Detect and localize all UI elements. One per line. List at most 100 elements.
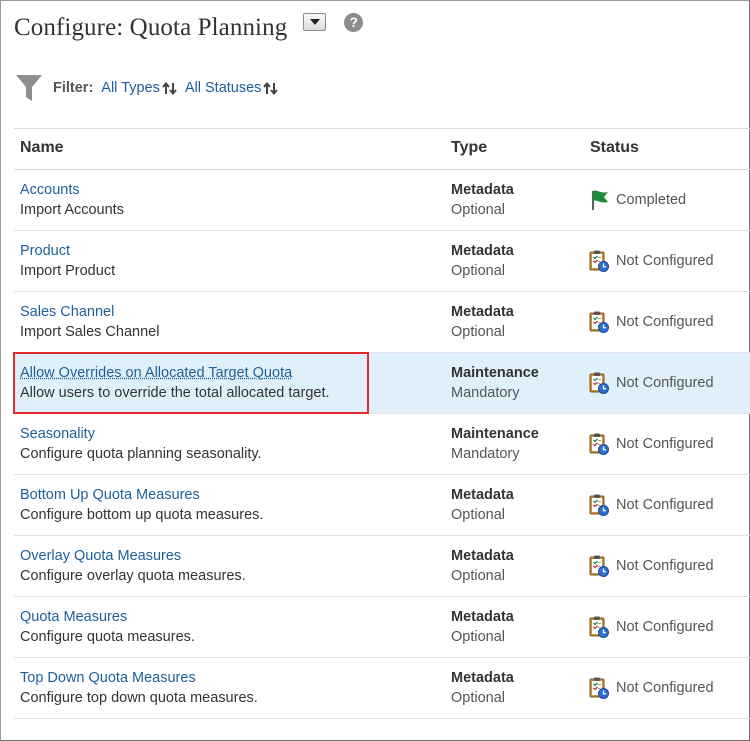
page-frame: Configure: Quota Planning ? Filter: All … — [0, 0, 750, 741]
type-cell: Metadata Optional — [451, 302, 514, 342]
clipboard-clock-icon — [589, 616, 609, 638]
status-text: Not Configured — [616, 497, 714, 513]
status-text: Not Configured — [616, 375, 714, 391]
column-header-status[interactable]: Status — [590, 139, 639, 157]
task-link[interactable]: Accounts — [20, 180, 124, 200]
filter-types-label: All Types — [101, 80, 160, 96]
table-row[interactable]: Product Import Product Metadata Optional… — [14, 231, 750, 292]
task-type: Maintenance — [451, 426, 539, 442]
task-requirement: Mandatory — [451, 385, 520, 401]
status-cell: Not Configured — [588, 249, 714, 273]
tasks-table: Name Type Status Accounts Import Account… — [13, 128, 750, 719]
status-cell: Not Configured — [588, 493, 714, 517]
task-description: Configure bottom up quota measures. — [20, 507, 264, 523]
status-text: Not Configured — [616, 253, 714, 269]
clipboard-clock-icon — [589, 433, 609, 455]
table-row[interactable]: Accounts Import Accounts Metadata Option… — [14, 170, 750, 231]
name-cell: Sales Channel Import Sales Channel — [20, 302, 159, 342]
task-requirement: Optional — [451, 629, 506, 645]
status-cell: Not Configured — [588, 310, 714, 334]
task-type: Metadata — [451, 182, 514, 198]
type-cell: Metadata Optional — [451, 668, 514, 708]
status-text: Not Configured — [616, 558, 714, 574]
swap-arrows-icon — [263, 81, 279, 95]
actions-menu-button[interactable] — [303, 13, 327, 31]
task-requirement: Optional — [451, 202, 506, 218]
funnel-icon — [16, 75, 42, 101]
table-header: Name Type Status — [14, 128, 750, 170]
table-row[interactable]: Allow Overrides on Allocated Target Quot… — [13, 352, 750, 414]
task-type: Metadata — [451, 548, 514, 564]
status-text: Not Configured — [616, 619, 714, 635]
filter-types-link[interactable]: All Types — [101, 80, 177, 96]
name-cell: Product Import Product — [20, 241, 115, 281]
task-type: Metadata — [451, 609, 514, 625]
table-row[interactable]: Sales Channel Import Sales Channel Metad… — [14, 292, 750, 353]
task-link[interactable]: Overlay Quota Measures — [20, 546, 246, 566]
table-row[interactable]: Quota Measures Configure quota measures.… — [14, 597, 750, 658]
page-title: Configure: Quota Planning — [14, 14, 288, 41]
clipboard-clock-icon — [589, 555, 609, 577]
task-description: Configure quota planning seasonality. — [20, 446, 262, 462]
clipboard-clock-icon — [589, 677, 609, 699]
task-link[interactable]: Sales Channel — [20, 302, 159, 322]
task-type: Metadata — [451, 670, 514, 686]
task-description: Configure top down quota measures. — [20, 690, 258, 706]
clipboard-clock-icon — [589, 250, 609, 272]
table-row[interactable]: Overlay Quota Measures Configure overlay… — [14, 536, 750, 597]
task-link[interactable]: Quota Measures — [20, 607, 195, 627]
type-cell: Metadata Optional — [451, 607, 514, 647]
status-cell: Not Configured — [588, 432, 714, 456]
type-cell: Maintenance Mandatory — [451, 363, 539, 403]
task-requirement: Optional — [451, 263, 506, 279]
task-description: Allow users to override the total alloca… — [20, 385, 330, 401]
status-cell: Not Configured — [588, 676, 714, 700]
name-cell: Seasonality Configure quota planning sea… — [20, 424, 262, 464]
task-requirement: Optional — [451, 507, 506, 523]
filter-bar: Filter: All Types All Statuses — [15, 72, 279, 104]
task-description: Import Accounts — [20, 202, 124, 218]
table-row[interactable]: Seasonality Configure quota planning sea… — [14, 414, 750, 475]
task-link[interactable]: Bottom Up Quota Measures — [20, 485, 263, 505]
filter-statuses-link[interactable]: All Statuses — [185, 80, 279, 96]
table-body: Accounts Import Accounts Metadata Option… — [13, 170, 750, 719]
caret-down-icon — [309, 19, 320, 25]
table-row[interactable]: Bottom Up Quota Measures Configure botto… — [14, 475, 750, 536]
task-link[interactable]: Seasonality — [20, 424, 262, 444]
green-flag-icon — [592, 190, 608, 210]
name-cell: Accounts Import Accounts — [20, 180, 124, 220]
status-cell: Not Configured — [588, 615, 714, 639]
status-cell: Not Configured — [588, 554, 714, 578]
task-link[interactable]: Allow Overrides on Allocated Target Quot… — [20, 363, 330, 383]
task-description: Configure quota measures. — [20, 629, 195, 645]
type-cell: Metadata Optional — [451, 180, 514, 220]
name-cell: Bottom Up Quota Measures Configure botto… — [20, 485, 263, 525]
task-requirement: Optional — [451, 690, 506, 706]
task-type: Metadata — [451, 243, 514, 259]
status-text: Not Configured — [616, 436, 714, 452]
name-cell: Allow Overrides on Allocated Target Quot… — [20, 363, 330, 403]
clipboard-clock-icon — [589, 372, 609, 394]
table-row[interactable]: Top Down Quota Measures Configure top do… — [14, 658, 750, 719]
column-header-name[interactable]: Name — [20, 139, 64, 157]
type-cell: Metadata Optional — [451, 241, 514, 281]
column-header-type[interactable]: Type — [451, 139, 487, 157]
status-text: Not Configured — [616, 314, 714, 330]
name-cell: Top Down Quota Measures Configure top do… — [20, 668, 258, 708]
task-description: Import Product — [20, 263, 116, 279]
clipboard-clock-icon — [589, 311, 609, 333]
task-requirement: Mandatory — [451, 446, 520, 462]
status-text: Completed — [616, 192, 687, 208]
task-requirement: Optional — [451, 324, 506, 340]
type-cell: Metadata Optional — [451, 485, 514, 525]
task-description: Import Sales Channel — [20, 324, 160, 340]
name-cell: Overlay Quota Measures Configure overlay… — [20, 546, 246, 586]
name-cell: Quota Measures Configure quota measures. — [20, 607, 195, 647]
task-type: Metadata — [451, 487, 514, 503]
help-icon[interactable]: ? — [344, 12, 364, 32]
task-link[interactable]: Product — [20, 241, 115, 261]
task-description: Configure overlay quota measures. — [20, 568, 246, 584]
task-type: Maintenance — [451, 365, 539, 381]
page-header: Configure: Quota Planning ? — [14, 11, 364, 45]
task-link[interactable]: Top Down Quota Measures — [20, 668, 258, 688]
